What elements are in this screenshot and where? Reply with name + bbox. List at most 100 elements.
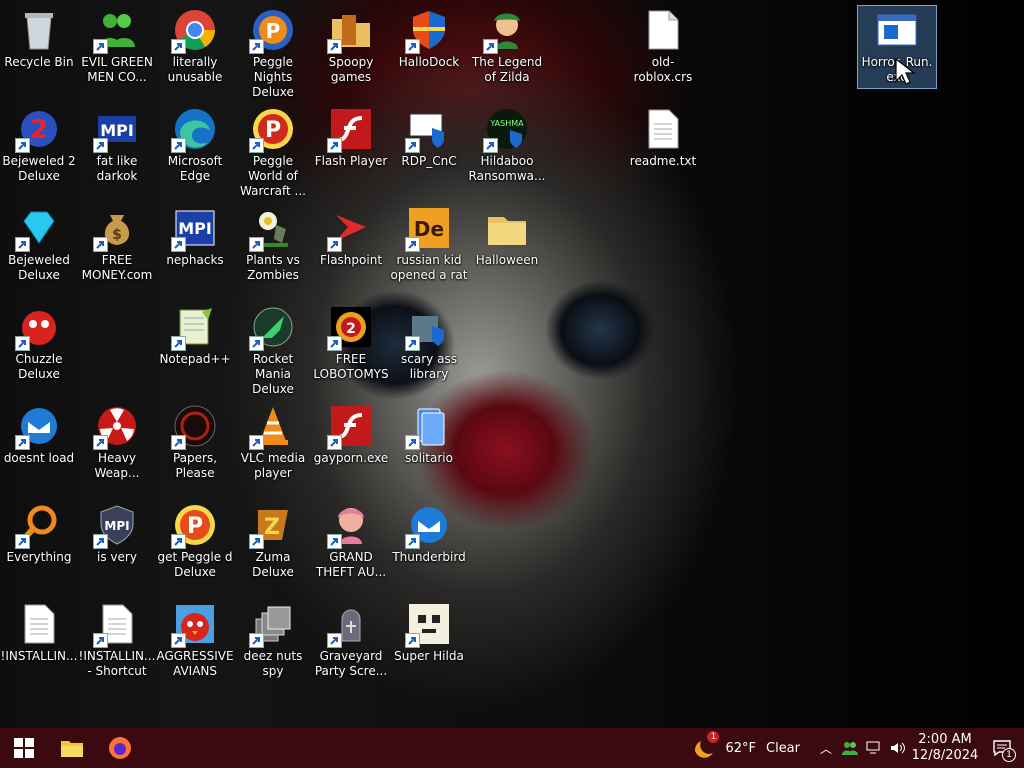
text-file-icon bbox=[639, 105, 687, 153]
notification-badge: 1 bbox=[1002, 748, 1016, 762]
desktop-icon-is-very[interactable]: MPI is very bbox=[78, 501, 156, 565]
start-button[interactable] bbox=[0, 728, 48, 768]
desktop-icon-flashpoint[interactable]: Flashpoint bbox=[312, 204, 390, 268]
desktop-icon-russian-kid[interactable]: De russian kid opened a rat bbox=[390, 204, 468, 283]
library-icon bbox=[405, 303, 453, 351]
desktop-icon-thunderbird[interactable]: Thunderbird bbox=[390, 501, 468, 565]
desktop-icon-readme[interactable]: readme.txt bbox=[624, 105, 702, 169]
firefox-icon bbox=[109, 737, 131, 759]
desktop-icon-free-lobotomys[interactable]: 2 FREE LOBOTOMYS bbox=[312, 303, 390, 382]
desktop-icon-free-money[interactable]: $ FREE MONEY.com bbox=[78, 204, 156, 283]
desktop-icon-gayporn[interactable]: gayporn.exe bbox=[312, 402, 390, 466]
desktop-icon-everything[interactable]: Everything bbox=[0, 501, 78, 565]
papers-please-icon bbox=[171, 402, 219, 450]
zuma-icon: Z bbox=[249, 501, 297, 549]
desktop-icon-old-roblox[interactable]: old-roblox.crs bbox=[624, 6, 702, 85]
desktop-icon-chuzzle[interactable]: Chuzzle Deluxe bbox=[0, 303, 78, 382]
desktop-icon-bejeweled[interactable]: Bejeweled Deluxe bbox=[0, 204, 78, 283]
exe-window-icon bbox=[873, 6, 921, 54]
desktop-icon-rocket-mania[interactable]: Rocket Mania Deluxe bbox=[234, 303, 312, 397]
weather-badge: 1 bbox=[707, 731, 720, 743]
desktop-icon-fat-like-darkok[interactable]: MPI fat like darkok bbox=[78, 105, 156, 184]
chuzzle-icon bbox=[15, 303, 63, 351]
desktop-icon-bejeweled2[interactable]: 2 Bejeweled 2 Deluxe bbox=[0, 105, 78, 184]
desktop-icon-notepadpp[interactable]: Notepad++ bbox=[156, 303, 234, 367]
angry-bird-icon bbox=[171, 600, 219, 648]
desktop-icon-deez-nuts-spy[interactable]: deez nuts spy bbox=[234, 600, 312, 679]
desktop-icon-installing-shortcut[interactable]: !INSTALLIN... - Shortcut bbox=[78, 600, 156, 679]
mpi-blue-icon: MPI bbox=[171, 204, 219, 252]
people-icon[interactable] bbox=[838, 741, 862, 755]
desktop-icon-grand-theft-auto[interactable]: GRAND THEFT AU... bbox=[312, 501, 390, 580]
svg-text:MPI: MPI bbox=[104, 519, 129, 533]
rdp-icon bbox=[405, 105, 453, 153]
desktop-icon-recycle-bin[interactable]: Recycle Bin bbox=[0, 6, 78, 70]
gem-icon bbox=[15, 204, 63, 252]
folder-icon bbox=[483, 204, 531, 252]
file-explorer-button[interactable] bbox=[48, 728, 96, 768]
desktop-icon-literally-unusable[interactable]: literally unusable bbox=[156, 6, 234, 85]
text-file-icon bbox=[15, 600, 63, 648]
svg-text:MPI: MPI bbox=[178, 219, 212, 238]
desktop-icon-peggle-wow[interactable]: P Peggle World of Warcraft ... bbox=[234, 105, 312, 199]
desktop-icon-graveyard-party[interactable]: Graveyard Party Scre... bbox=[312, 600, 390, 679]
desktop-icon-get-peggle[interactable]: P get Peggle d Deluxe bbox=[156, 501, 234, 580]
show-hidden-icons-chevron-icon[interactable]: ︿ bbox=[814, 740, 838, 757]
desktop[interactable]: Recycle Bin 2 Bejeweled 2 Deluxe Bejewel… bbox=[0, 0, 1024, 728]
mouse-pointer-icon bbox=[895, 58, 915, 85]
recycle-bin-icon bbox=[15, 6, 63, 54]
folder-icon bbox=[61, 741, 83, 757]
lobotomy-icon: 2 bbox=[327, 303, 375, 351]
pvz-icon bbox=[249, 204, 297, 252]
desktop-icon-flash-player[interactable]: Flash Player bbox=[312, 105, 390, 169]
shield-icon bbox=[405, 6, 453, 54]
desktop-icon-rdp-cnc[interactable]: RDP_CnC bbox=[390, 105, 468, 169]
green-men-icon bbox=[93, 6, 141, 54]
desktop-icon-pvz[interactable]: Plants vs Zombies bbox=[234, 204, 312, 283]
flash-icon bbox=[327, 402, 375, 450]
firefox-button[interactable] bbox=[96, 728, 144, 768]
taskbar: 1 62°F Clear ︿ 2:00 AM 12/8/2024 1 bbox=[0, 728, 1024, 768]
desktop-icon-papers-please[interactable]: Papers, Please bbox=[156, 402, 234, 481]
desktop-icon-peggle-nights[interactable]: P Peggle Nights Deluxe bbox=[234, 6, 312, 100]
desktop-icon-halloween[interactable]: Halloween bbox=[468, 204, 546, 268]
desktop-icon-solitario[interactable]: solitario bbox=[390, 402, 468, 466]
desktop-icon-aggressive-avians[interactable]: AGGRESSIVE AVIANS bbox=[156, 600, 234, 679]
desktop-icon-evil-green-men[interactable]: EVIL GREEN MEN CO... bbox=[78, 6, 156, 85]
svg-text:YASHMA: YASHMA bbox=[489, 119, 524, 128]
network-icon[interactable] bbox=[862, 741, 886, 755]
chrome-icon bbox=[171, 6, 219, 54]
text-file-icon bbox=[93, 600, 141, 648]
desktop-icon-zuma[interactable]: Z Zuma Deluxe bbox=[234, 501, 312, 580]
pixel-dog-icon bbox=[405, 600, 453, 648]
volume-icon[interactable] bbox=[886, 741, 910, 755]
desktop-icon-hallodock[interactable]: HalloDock bbox=[390, 6, 468, 70]
moon-icon: 1 bbox=[691, 731, 720, 761]
desktop-icon-doesnt-load[interactable]: doesnt load bbox=[0, 402, 78, 466]
clock[interactable]: 2:00 AM 12/8/2024 bbox=[910, 732, 980, 764]
desktop-icon-legend-of-zilda[interactable]: The Legend of Zilda bbox=[468, 6, 546, 85]
graveyard-icon bbox=[327, 600, 375, 648]
desktop-icon-nephacks[interactable]: MPI nephacks bbox=[156, 204, 234, 268]
mpi-icon: MPI bbox=[93, 105, 141, 153]
svg-text:2: 2 bbox=[346, 321, 356, 337]
desktop-icon-heavy-weapon[interactable]: Heavy Weap... bbox=[78, 402, 156, 481]
desktop-icon-microsoft-edge[interactable]: Microsoft Edge bbox=[156, 105, 234, 184]
folder-games-icon bbox=[327, 6, 375, 54]
desktop-icon-super-hilda[interactable]: Super Hilda bbox=[390, 600, 468, 664]
desktop-icon-installing[interactable]: !INSTALLIN... bbox=[0, 600, 78, 664]
weather-condition: Clear bbox=[766, 740, 800, 756]
clock-date: 12/8/2024 bbox=[911, 748, 979, 763]
svg-text:Z: Z bbox=[264, 515, 280, 540]
notification-center-button[interactable]: 1 bbox=[980, 740, 1024, 762]
desktop-icon-vlc[interactable]: VLC media player bbox=[234, 402, 312, 481]
desktop-icon-scary-ass-library[interactable]: scary ass library bbox=[390, 303, 468, 382]
peggle-nights-icon: P bbox=[249, 6, 297, 54]
windows-stack-icon bbox=[249, 600, 297, 648]
mpi-shield-icon: MPI bbox=[93, 501, 141, 549]
radiation-icon bbox=[93, 402, 141, 450]
desktop-icon-hildaboo-ransomware[interactable]: YASHMA Hildaboo Ransomwa... bbox=[468, 105, 546, 184]
weather-widget[interactable]: 1 62°F Clear bbox=[691, 731, 800, 761]
desktop-icon-spoopy-games[interactable]: Spoopy games bbox=[312, 6, 390, 85]
svg-text:$: $ bbox=[112, 227, 122, 243]
